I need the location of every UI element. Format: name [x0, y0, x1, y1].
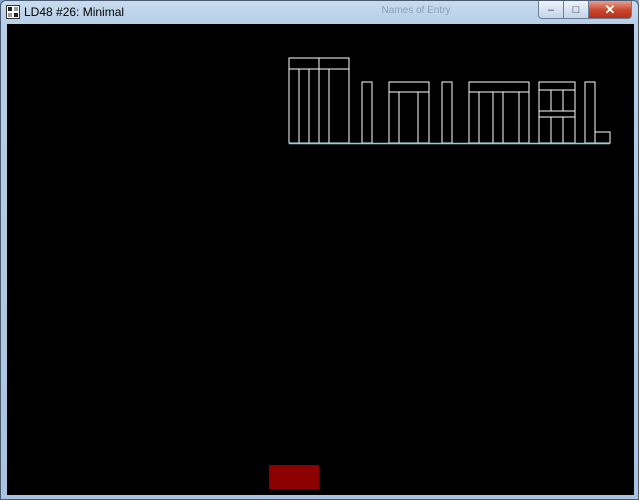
player-paddle[interactable] — [269, 465, 319, 489]
logo-letter-i1 — [361, 81, 373, 144]
minimize-icon: – — [547, 3, 555, 16]
app-window: LD48 #26: Minimal Names of Entry – □ ✕ — [0, 0, 639, 500]
minimal-logo — [288, 57, 611, 145]
caption-buttons: – □ ✕ — [538, 1, 632, 19]
logo-letter-m1 — [288, 57, 350, 144]
app-icon[interactable] — [6, 5, 20, 19]
close-icon: ✕ — [604, 1, 616, 17]
maximize-button[interactable]: □ — [564, 1, 589, 19]
logo-letter-n — [388, 81, 430, 144]
logo-letter-a — [538, 81, 576, 144]
window-subtitle: Names of Entry — [381, 5, 451, 16]
minimize-button[interactable]: – — [538, 1, 564, 19]
logo-letter-i2 — [441, 81, 453, 144]
logo-letter-l — [584, 81, 611, 144]
close-button[interactable]: ✕ — [589, 1, 632, 19]
logo-letter-m2 — [468, 81, 530, 144]
window-title: LD48 #26: Minimal — [24, 5, 125, 19]
title-bar[interactable]: LD48 #26: Minimal Names of Entry – □ ✕ — [1, 1, 638, 23]
logo-letters — [288, 57, 611, 144]
game-canvas[interactable] — [7, 24, 634, 495]
maximize-icon: □ — [572, 3, 580, 16]
